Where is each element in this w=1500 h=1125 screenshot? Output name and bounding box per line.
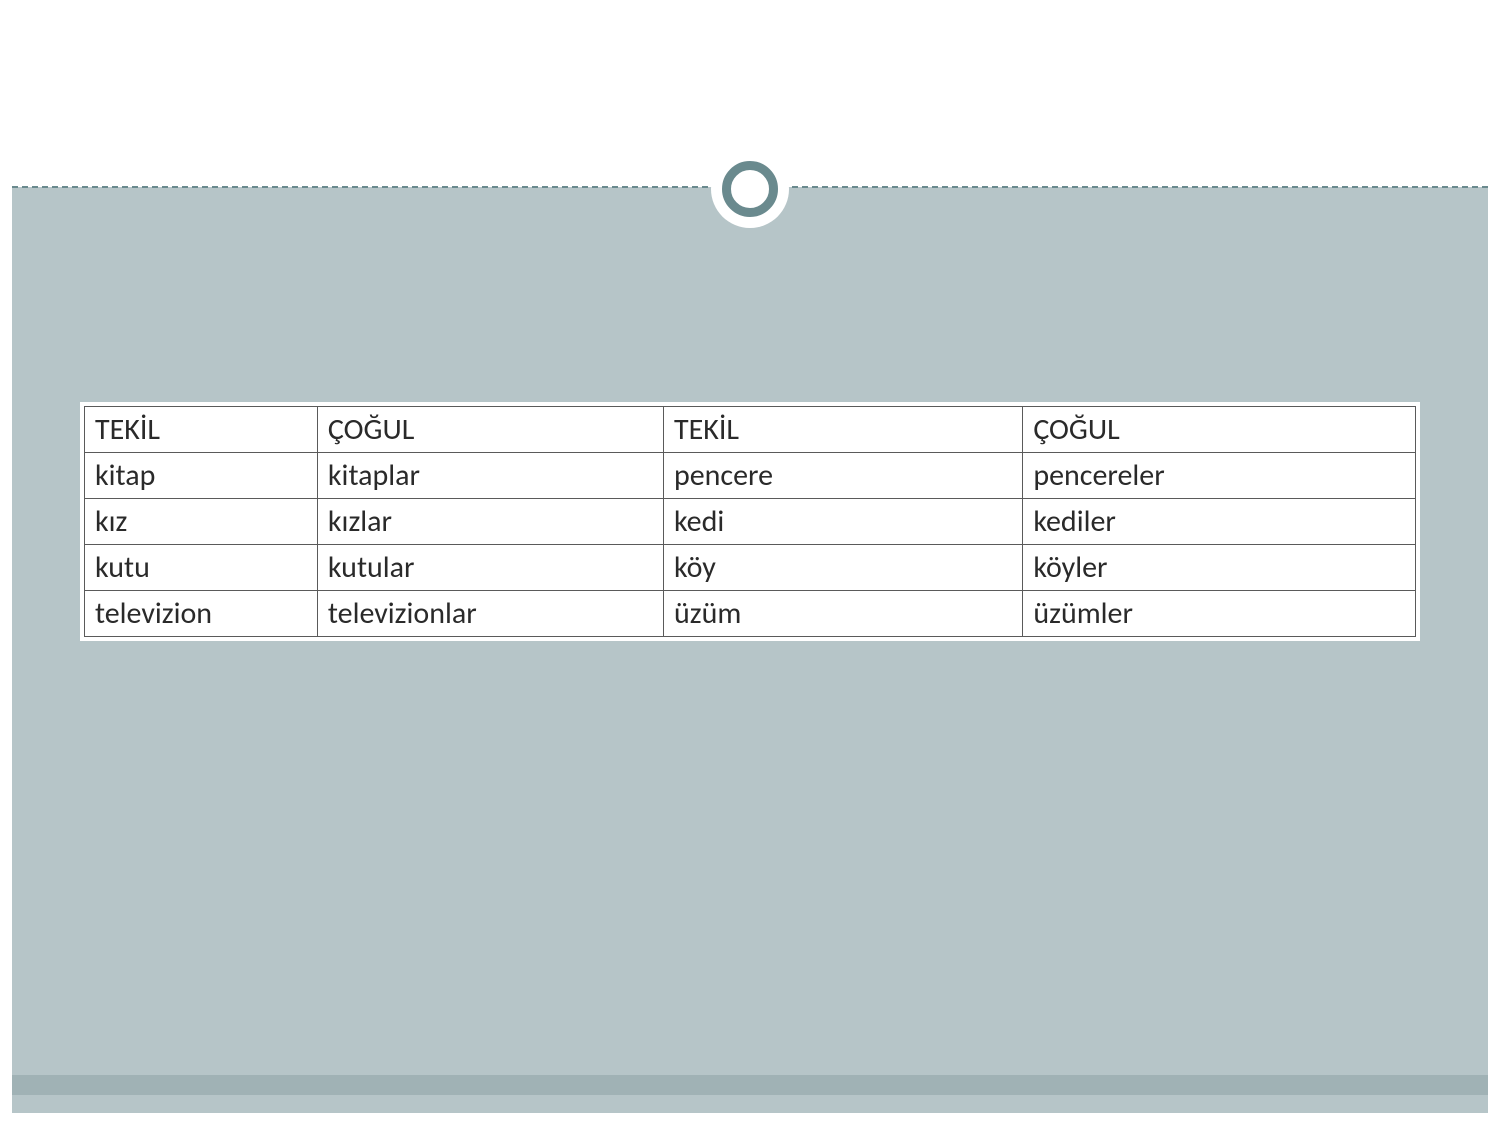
table-cell: pencere: [663, 453, 1022, 499]
table-cell: üzüm: [663, 591, 1022, 637]
table-header-row: TEKİL ÇOĞUL TEKİL ÇOĞUL: [85, 407, 1416, 453]
table-header-cell: TEKİL: [663, 407, 1022, 453]
table-cell: televizion: [85, 591, 318, 637]
table-cell: pencereler: [1023, 453, 1416, 499]
table-cell: televizionlar: [317, 591, 663, 637]
table-row: televizion televizionlar üzüm üzümler: [85, 591, 1416, 637]
table-cell: kedi: [663, 499, 1022, 545]
table-cell: köy: [663, 545, 1022, 591]
table-cell: köyler: [1023, 545, 1416, 591]
table-cell: kızlar: [317, 499, 663, 545]
table-header-cell: ÇOĞUL: [317, 407, 663, 453]
table-cell: kediler: [1023, 499, 1416, 545]
table-row: kutu kutular köy köyler: [85, 545, 1416, 591]
table-header-cell: ÇOĞUL: [1023, 407, 1416, 453]
circle-ring-icon: [722, 161, 778, 217]
table-row: kitap kitaplar pencere pencereler: [85, 453, 1416, 499]
table-cell: kutu: [85, 545, 318, 591]
vocabulary-table: TEKİL ÇOĞUL TEKİL ÇOĞUL kitap kitaplar p…: [80, 402, 1420, 641]
footer-bar: [12, 1075, 1488, 1095]
table-row: kız kızlar kedi kediler: [85, 499, 1416, 545]
table-cell: üzümler: [1023, 591, 1416, 637]
slide-container: TEKİL ÇOĞUL TEKİL ÇOĞUL kitap kitaplar p…: [12, 12, 1488, 1113]
body-area: [12, 187, 1488, 1113]
circle-decoration: [711, 150, 789, 228]
table-cell: kitaplar: [317, 453, 663, 499]
table-cell: kitap: [85, 453, 318, 499]
table: TEKİL ÇOĞUL TEKİL ÇOĞUL kitap kitaplar p…: [84, 406, 1416, 637]
table-header-cell: TEKİL: [85, 407, 318, 453]
table-cell: kutular: [317, 545, 663, 591]
table-cell: kız: [85, 499, 318, 545]
